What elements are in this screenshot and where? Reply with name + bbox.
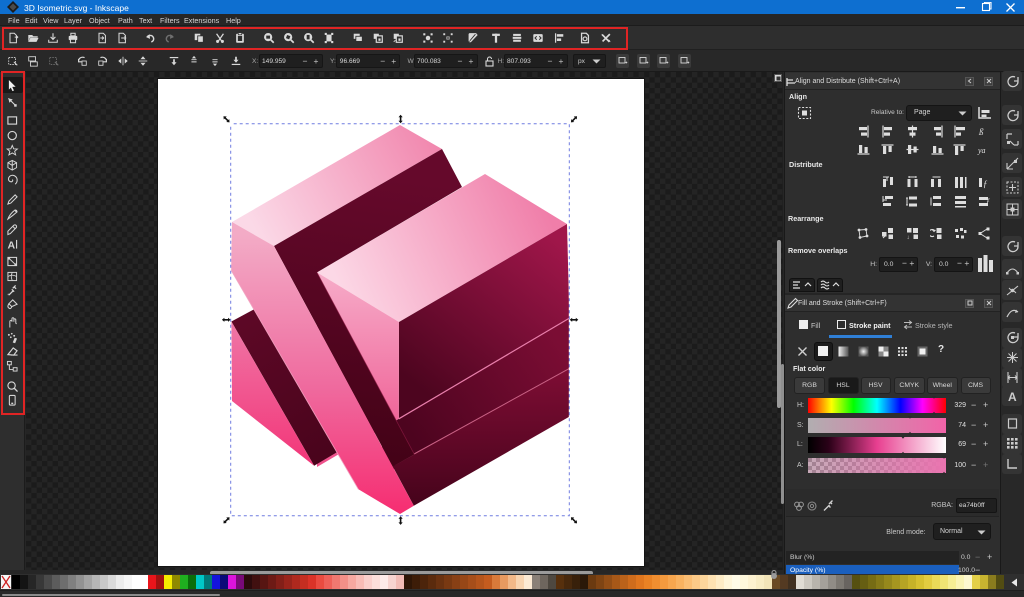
svg-text:A: A [1008,390,1017,404]
svg-text:↓: ↓ [906,235,909,240]
svg-text:ya: ya [977,146,986,155]
svg-text:ß: ß [978,127,984,137]
svg-text:ƒ: ƒ [983,179,988,189]
svg-text:ƒ: ƒ [986,197,990,206]
